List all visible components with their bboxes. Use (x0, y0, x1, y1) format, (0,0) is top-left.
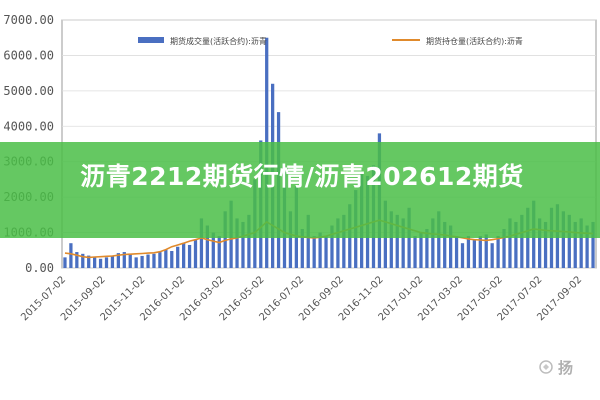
volume-bar (152, 253, 156, 268)
volume-bar (460, 243, 465, 268)
watermark-logo-icon: 扬 (539, 359, 573, 377)
volume-bar (158, 252, 162, 268)
volume-bar (182, 243, 186, 268)
volume-bar (134, 257, 138, 268)
volume-bar (466, 236, 471, 268)
volume-bar (187, 244, 192, 268)
y-tick-label: 4000.00 (3, 119, 54, 133)
volume-bar (93, 257, 97, 268)
page-title: 沥青2212期货行情/沥青202612期货 (80, 162, 524, 191)
y-tick-label: 6000.00 (3, 48, 54, 62)
volume-bar (413, 236, 417, 268)
volume-bar (170, 250, 174, 268)
volume-bar (454, 236, 459, 268)
volume-bar (98, 258, 103, 268)
volume-bar (490, 243, 494, 268)
y-tick-label: 7000.00 (3, 13, 54, 27)
volume-bar (484, 234, 488, 268)
volume-bar (146, 254, 150, 268)
legend-line-label: 期货持仓量(活跃合约):沥青 (426, 36, 523, 46)
volume-bar (164, 249, 168, 268)
volume-bar (69, 243, 73, 268)
volume-bar (104, 257, 109, 268)
legend-bar-label: 期货成交量(活跃合约):沥青 (170, 36, 267, 46)
volume-bar (217, 236, 221, 268)
volume-bar (176, 246, 180, 268)
y-tick-label: 0.00 (25, 261, 54, 275)
volume-bar (472, 239, 476, 268)
watermark-glyph: 扬 (558, 359, 573, 377)
y-tick-label: 5000.00 (3, 84, 54, 98)
volume-bar (324, 236, 328, 268)
chart-stage: 0.001000.002000.003000.004000.005000.006… (0, 0, 600, 400)
volume-bar (312, 236, 316, 268)
volume-bar (63, 257, 67, 268)
volume-bar (110, 255, 115, 268)
volume-bar (496, 236, 500, 268)
volume-bar (193, 239, 198, 268)
volume-bar (478, 236, 482, 268)
volume-bar (128, 254, 132, 268)
legend-bar-swatch (138, 37, 164, 43)
volume-bar (140, 255, 144, 268)
